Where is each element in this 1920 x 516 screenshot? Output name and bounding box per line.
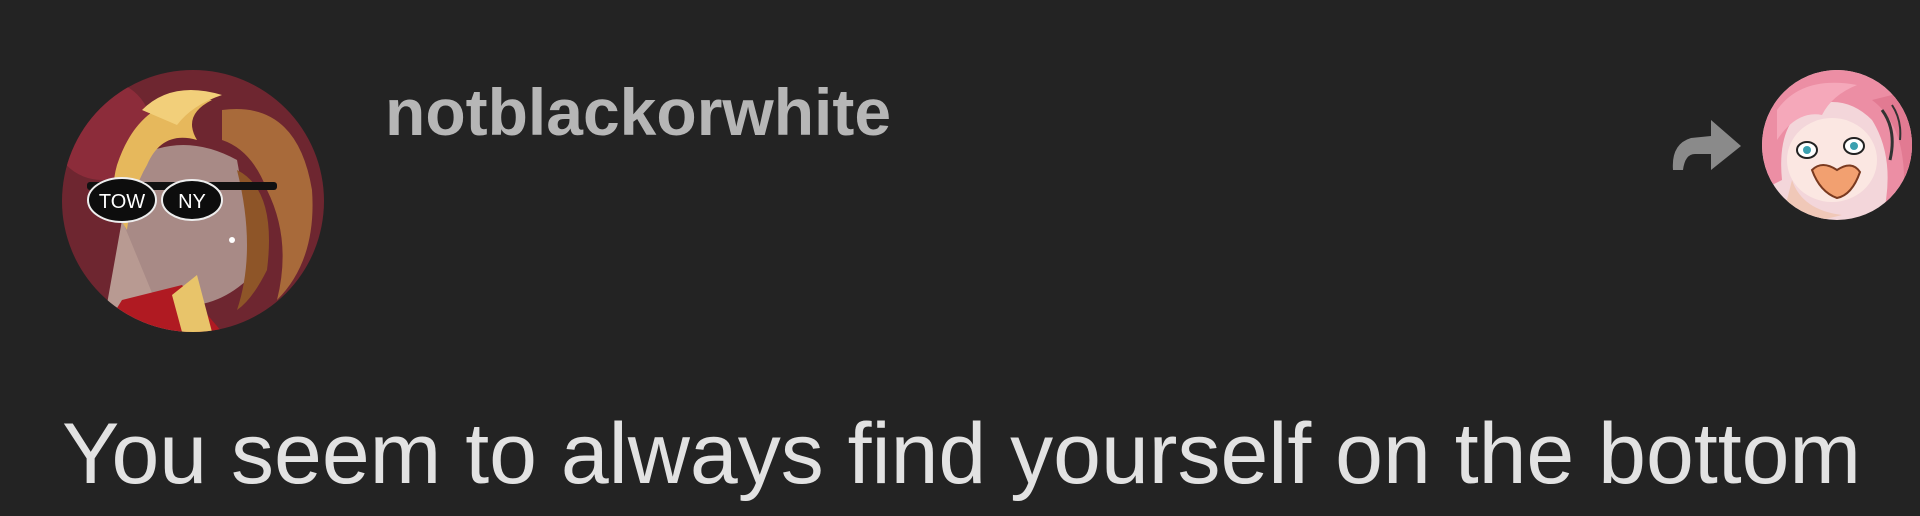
glasses-right-text: NY [178, 191, 206, 213]
reblog-arrow-icon [1665, 108, 1745, 178]
glasses-left-text: TOW [99, 191, 145, 213]
reblog-source-avatar[interactable] [1762, 70, 1912, 220]
post-card: TOW NY notblackorwhite You seem to alway… [0, 0, 1920, 516]
reblog-avatar-illustration [1762, 70, 1912, 220]
user-avatar[interactable]: TOW NY [62, 70, 324, 332]
post-body-text: You seem to always find yourself on the … [62, 406, 1862, 502]
avatar-illustration: TOW NY [62, 70, 324, 332]
username[interactable]: notblackorwhite [385, 72, 891, 152]
